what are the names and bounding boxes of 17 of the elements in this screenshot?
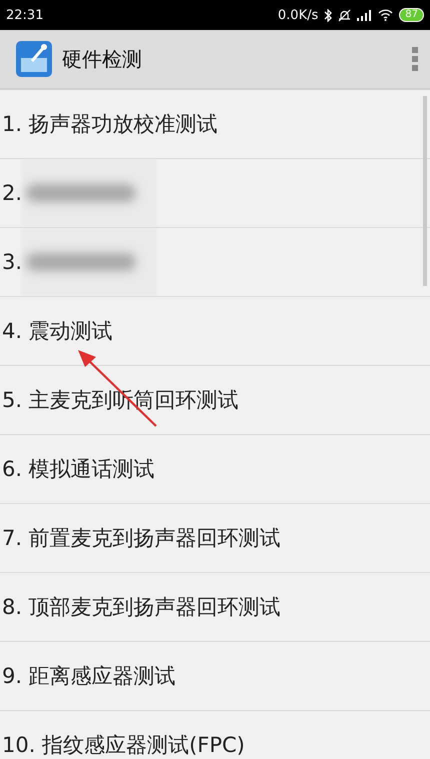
app-title: 硬件检测 (62, 46, 143, 72)
bell-muted-icon (338, 8, 352, 22)
test-item[interactable]: 2. (0, 159, 430, 228)
test-item[interactable]: 6. 模拟通话测试 (0, 435, 430, 504)
network-speed: 0.0K/s (278, 8, 318, 22)
bluetooth-icon (324, 8, 332, 22)
test-item[interactable]: 3. (0, 228, 430, 297)
test-item[interactable]: 7. 前置麦克到扬声器回环测试 (0, 504, 430, 573)
signal-icon (357, 10, 372, 20)
status-time: 22:31 (6, 8, 44, 22)
app-icon (16, 41, 52, 77)
test-item[interactable]: 9. 距离感应器测试 (0, 642, 430, 711)
overflow-menu-icon[interactable] (412, 47, 418, 71)
test-item[interactable]: 8. 顶部麦克到扬声器回环测试 (0, 573, 430, 642)
battery-level: 87 (399, 8, 424, 22)
test-item[interactable]: 10. 指纹感应器测试(FPC) (0, 711, 430, 759)
wifi-icon (378, 9, 394, 21)
